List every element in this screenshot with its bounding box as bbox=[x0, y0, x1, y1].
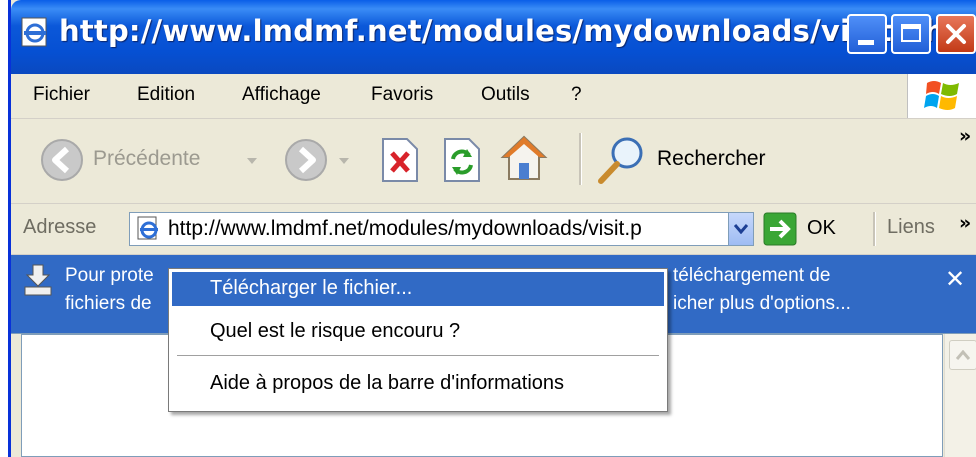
menu-item-label: Quel est le risque encouru ? bbox=[210, 320, 461, 342]
ie-page-icon bbox=[137, 216, 158, 240]
address-bar: Adresse http://www.lmdmf.net/modules/myd… bbox=[11, 204, 976, 255]
minimize-button[interactable] bbox=[847, 14, 887, 54]
stop-icon[interactable] bbox=[379, 137, 421, 183]
chevron-up-icon bbox=[956, 350, 970, 360]
close-button[interactable] bbox=[936, 14, 976, 54]
window-title: http://www.lmdmf.net/modules/mydownloads… bbox=[59, 14, 976, 48]
menu-item-label: Télécharger le fichier... bbox=[210, 277, 413, 299]
standard-toolbar: Précédente Rechercher » bbox=[11, 119, 976, 204]
go-label: OK bbox=[807, 217, 836, 239]
scroll-up-button[interactable] bbox=[949, 340, 976, 370]
menu-bar: Fichier Edition Affichage Favoris Outils… bbox=[11, 74, 976, 119]
minimize-icon bbox=[858, 40, 874, 45]
info-text-line1-left: Pour prote bbox=[65, 265, 154, 286]
context-menu: Télécharger le fichier... Quel est le ri… bbox=[168, 268, 668, 412]
address-separator bbox=[873, 212, 876, 246]
menu-outils[interactable]: Outils bbox=[481, 84, 530, 106]
vertical-scrollbar[interactable] bbox=[944, 334, 976, 457]
maximize-icon bbox=[901, 24, 921, 42]
back-button[interactable]: Précédente bbox=[39, 137, 239, 183]
address-dropdown-button[interactable] bbox=[728, 213, 753, 245]
search-button[interactable]: Rechercher bbox=[595, 133, 795, 187]
windows-logo bbox=[907, 74, 976, 118]
chevron-down-icon bbox=[734, 224, 748, 234]
back-arrow-icon bbox=[41, 139, 83, 181]
close-icon bbox=[946, 24, 966, 44]
menu-item-risk[interactable]: Quel est le risque encouru ? bbox=[172, 315, 664, 349]
ie-page-icon bbox=[21, 17, 47, 47]
menu-item-download-file[interactable]: Télécharger le fichier... bbox=[172, 272, 664, 306]
menu-fichier[interactable]: Fichier bbox=[33, 84, 90, 106]
go-arrow-icon bbox=[763, 212, 797, 246]
go-button[interactable]: OK bbox=[763, 212, 853, 246]
links-label[interactable]: Liens bbox=[887, 216, 935, 239]
address-url: http://www.lmdmf.net/modules/mydownloads… bbox=[168, 217, 642, 240]
search-icon bbox=[598, 137, 643, 184]
menu-separator bbox=[177, 355, 659, 356]
info-text-line2-left: fichiers de bbox=[65, 293, 152, 314]
links-chevron-icon[interactable]: » bbox=[959, 212, 971, 234]
address-input[interactable]: http://www.lmdmf.net/modules/mydownloads… bbox=[129, 212, 754, 246]
toolbar-separator bbox=[579, 133, 582, 185]
toolbar-chevron-icon[interactable]: » bbox=[959, 125, 971, 147]
forward-dropdown-icon[interactable] bbox=[339, 158, 349, 164]
search-label: Rechercher bbox=[657, 147, 766, 170]
download-blocked-icon bbox=[24, 264, 52, 296]
maximize-button[interactable] bbox=[891, 14, 931, 54]
title-bar[interactable]: http://www.lmdmf.net/modules/mydownloads… bbox=[11, 0, 976, 74]
menu-aide[interactable]: ? bbox=[571, 84, 582, 106]
menu-edition[interactable]: Edition bbox=[137, 84, 195, 106]
menu-item-help-infobar[interactable]: Aide à propos de la barre d'informations bbox=[172, 367, 664, 401]
home-icon[interactable] bbox=[499, 133, 549, 183]
menu-favoris[interactable]: Favoris bbox=[371, 84, 433, 106]
info-text-line2-right: icher plus d'options... bbox=[673, 293, 851, 314]
refresh-icon[interactable] bbox=[441, 137, 483, 183]
back-dropdown-icon[interactable] bbox=[247, 158, 257, 164]
address-label: Adresse bbox=[23, 216, 97, 238]
forward-arrow-icon[interactable] bbox=[283, 137, 329, 183]
menu-affichage[interactable]: Affichage bbox=[242, 84, 321, 106]
info-close-icon[interactable]: ✕ bbox=[945, 265, 965, 293]
back-label: Précédente bbox=[93, 147, 201, 170]
info-text-line1-right: téléchargement de bbox=[673, 265, 831, 286]
windows-flag-icon bbox=[924, 81, 959, 110]
menu-item-label: Aide à propos de la barre d'informations bbox=[210, 372, 565, 394]
